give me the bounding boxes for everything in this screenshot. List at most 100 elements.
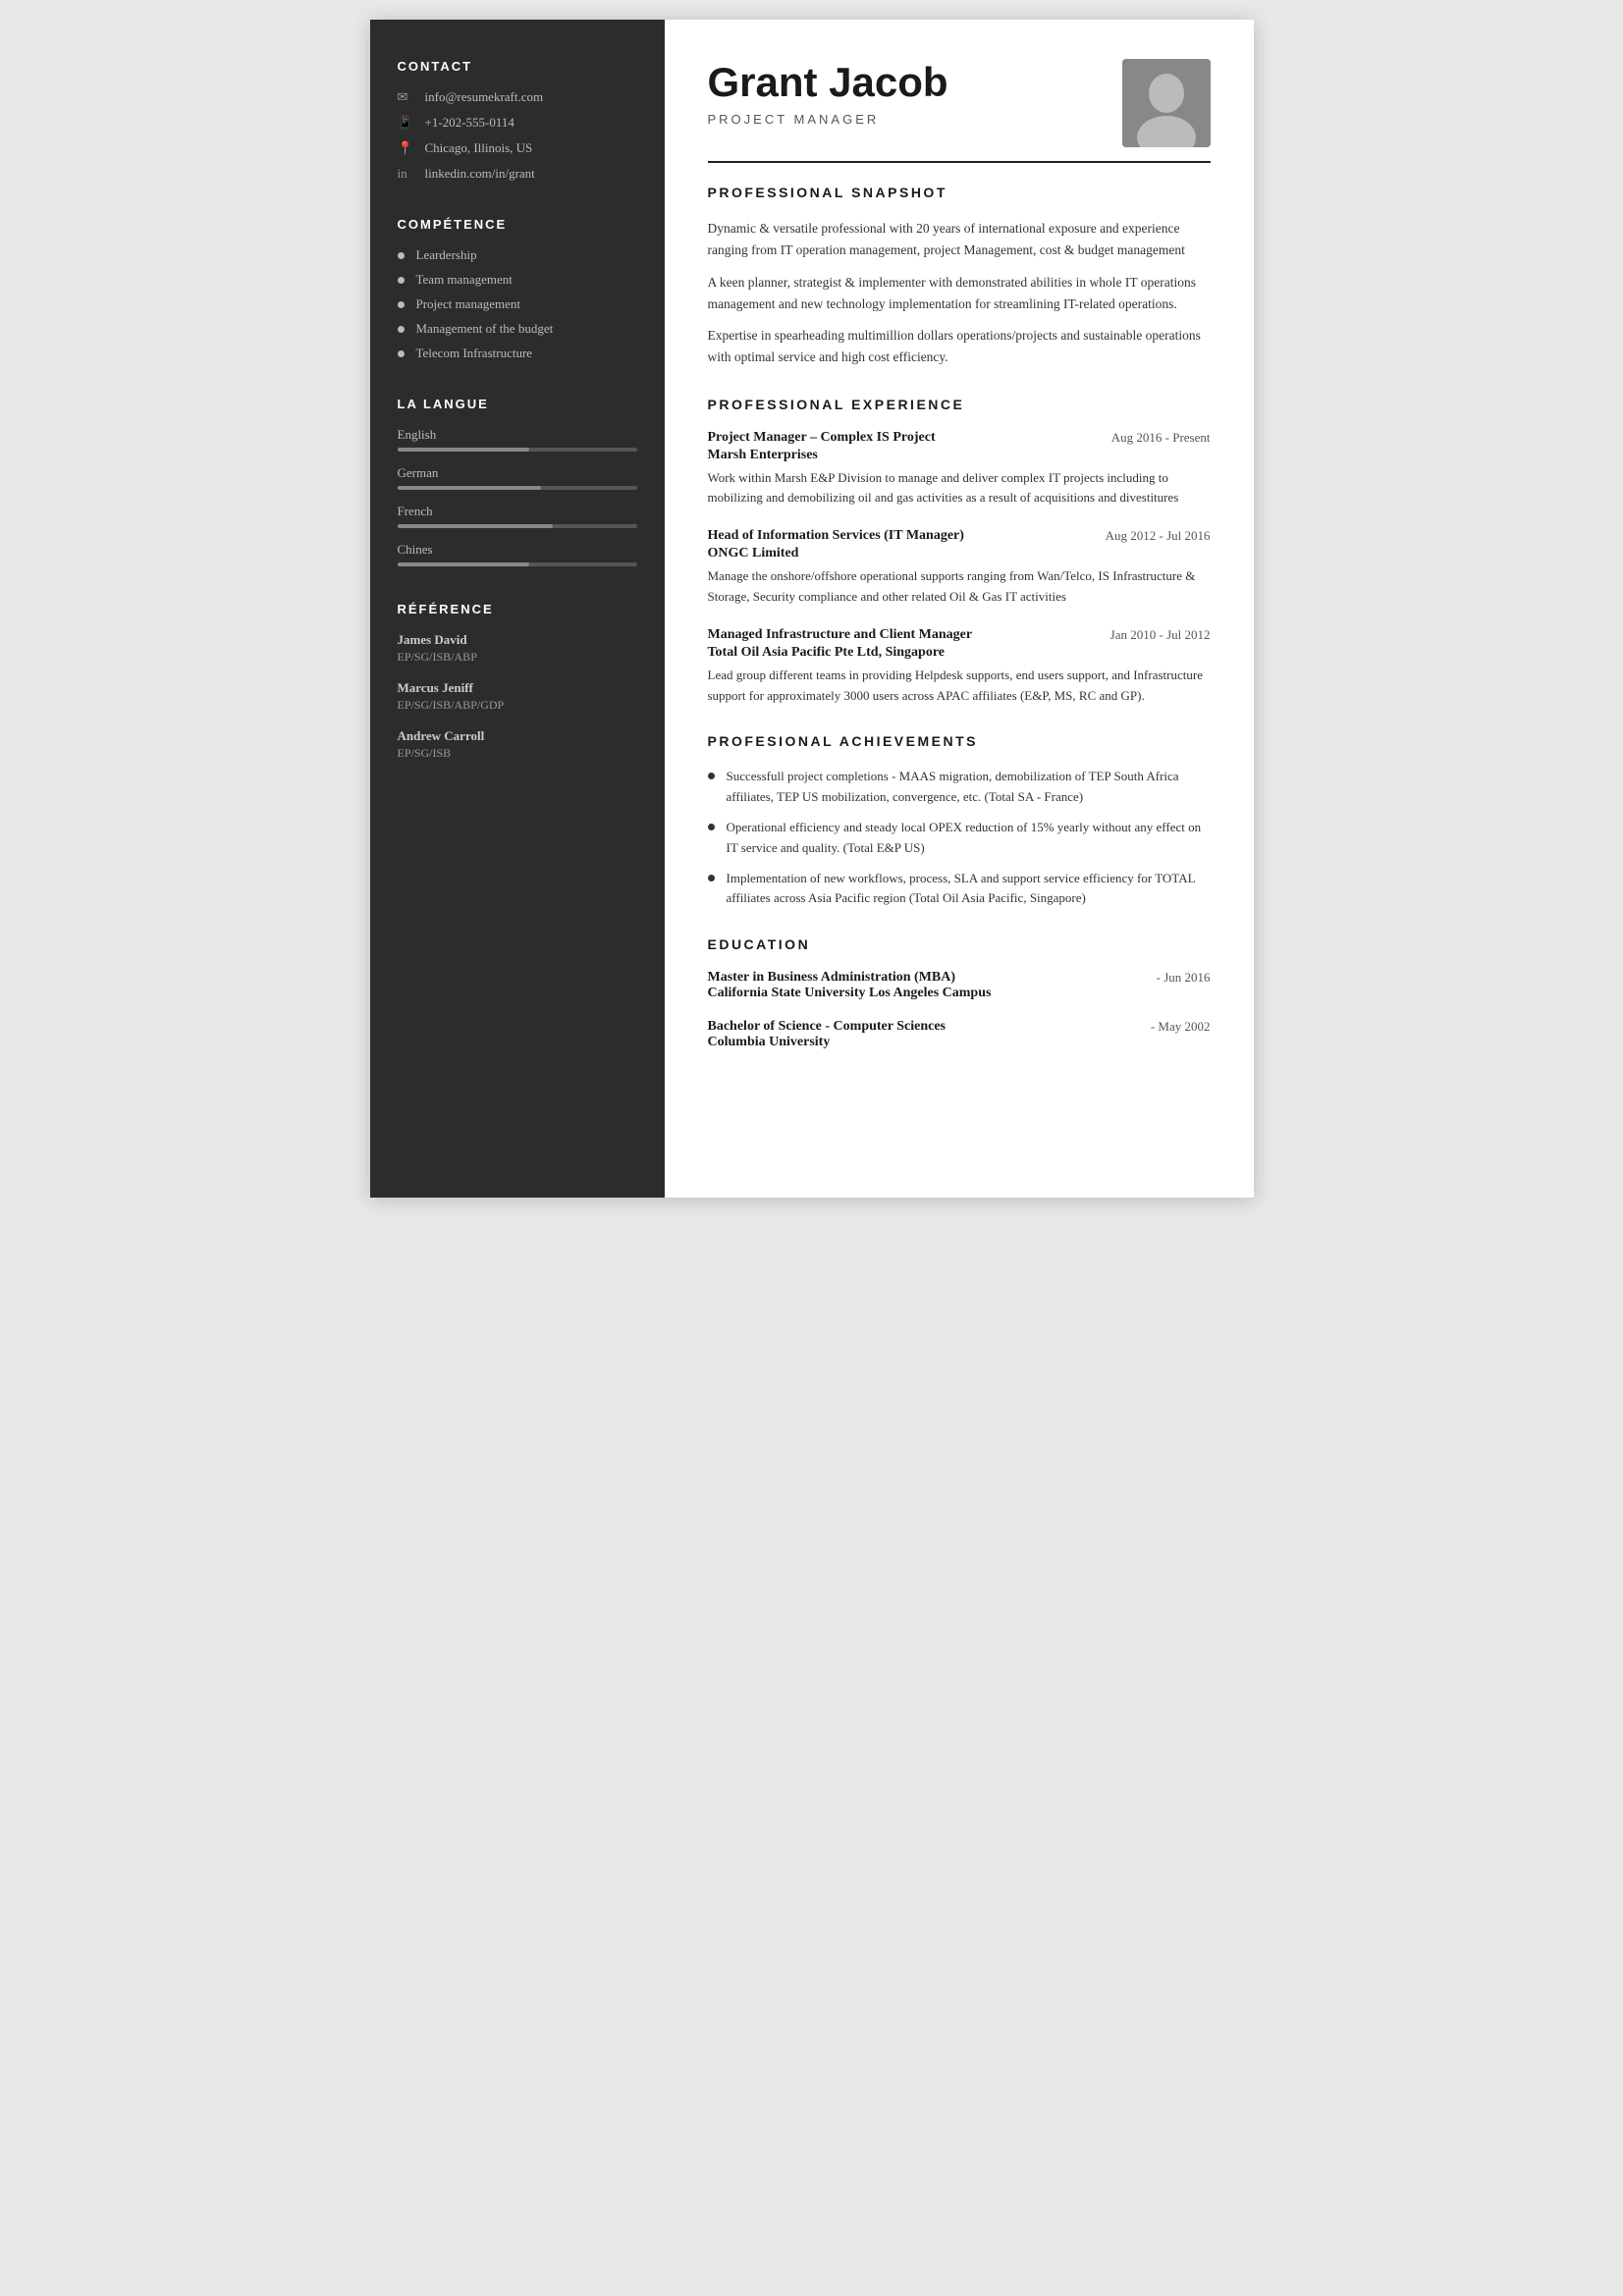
skill-label: Management of the budget <box>416 321 554 337</box>
education-degree: Bachelor of Science - Computer Sciences <box>708 1019 947 1035</box>
language-item: Chines <box>398 542 637 566</box>
contact-section: CONTACT ✉ info@resumekraft.com 📱 +1-202-… <box>398 59 637 182</box>
achievements-list: Successfull project completions - MAAS m… <box>708 767 1211 909</box>
achievement-item: Successfull project completions - MAAS m… <box>708 767 1211 808</box>
education-list: Master in Business Administration (MBA) … <box>708 970 1211 1050</box>
photo-placeholder <box>1122 59 1211 147</box>
language-item: English <box>398 427 637 452</box>
references-list: James David EP/SG/ISB/ABP Marcus Jeniff … <box>398 632 637 761</box>
reference-title: RÉFÉRENCE <box>398 602 637 616</box>
experience-job-title: Head of Information Services (IT Manager… <box>708 528 964 544</box>
skill-item: Team management <box>398 272 637 288</box>
experience-job-title: Managed Infrastructure and Client Manage… <box>708 627 973 643</box>
linkedin-item: in linkedin.com/in/grant <box>398 166 637 182</box>
reference-name: Andrew Carroll <box>398 728 637 744</box>
candidate-name: Grant Jacob <box>708 59 948 106</box>
experience-description: Manage the onshore/offshore operational … <box>708 566 1211 608</box>
language-name: English <box>398 427 637 443</box>
language-name: German <box>398 465 637 481</box>
language-section: LA LANGUE English German French Chines <box>398 397 637 566</box>
language-item: German <box>398 465 637 490</box>
reference-name: James David <box>398 632 637 648</box>
skill-item: Telecom Infrastructure <box>398 346 637 361</box>
skills-list: Leardership Team management Project manage… <box>398 247 637 361</box>
education-section: EDUCATION Master in Business Administrat… <box>708 936 1211 1050</box>
experience-company: Marsh Enterprises <box>708 448 1211 463</box>
achievement-item: Operational efficiency and steady local … <box>708 818 1211 859</box>
email-icon: ✉ <box>398 89 415 105</box>
experience-header: Head of Information Services (IT Manager… <box>708 528 1211 544</box>
skill-label: Project management <box>416 296 521 312</box>
achievements-title: PROFESIONAL ACHIEVEMENTS <box>708 733 1211 753</box>
education-degree: Master in Business Administration (MBA) <box>708 970 992 986</box>
experience-item: Managed Infrastructure and Client Manage… <box>708 627 1211 707</box>
education-date: - May 2002 <box>1151 1019 1211 1050</box>
education-item: Master in Business Administration (MBA) … <box>708 970 1211 1001</box>
skill-bullet <box>398 326 405 333</box>
skill-item: Project management <box>398 296 637 312</box>
location-value: Chicago, Illinois, US <box>425 140 533 156</box>
reference-code: EP/SG/ISB/ABP <box>398 650 637 665</box>
skill-bullet <box>398 252 405 259</box>
education-date: - Jun 2016 <box>1157 970 1211 1001</box>
language-title: LA LANGUE <box>398 397 637 411</box>
education-left: Master in Business Administration (MBA) … <box>708 970 992 1001</box>
reference-code: EP/SG/ISB <box>398 746 637 761</box>
language-bar-fill <box>398 448 529 452</box>
snapshot-section: PROFESSIONAL SNAPSHOT Dynamic & versatil… <box>708 185 1211 369</box>
reference-item: James David EP/SG/ISB/ABP <box>398 632 637 665</box>
experience-company: ONGC Limited <box>708 546 1211 561</box>
contact-title: CONTACT <box>398 59 637 74</box>
skill-label: Leardership <box>416 247 477 263</box>
experience-date: Aug 2012 - Jul 2016 <box>1106 528 1211 544</box>
email-value: info@resumekraft.com <box>425 89 544 105</box>
candidate-title: PROJECT MANAGER <box>708 112 948 127</box>
education-school: California State University Los Angeles … <box>708 986 992 1001</box>
achievement-bullet <box>708 824 715 830</box>
main-content: Grant Jacob PROJECT MANAGER PROFESSIONAL… <box>665 20 1254 1198</box>
snapshot-paragraphs: Dynamic & versatile professional with 20… <box>708 218 1211 369</box>
snapshot-title: PROFESSIONAL SNAPSHOT <box>708 185 1211 204</box>
experience-date: Jan 2010 - Jul 2012 <box>1110 627 1211 643</box>
reference-item: Andrew Carroll EP/SG/ISB <box>398 728 637 761</box>
achievement-bullet <box>708 875 715 881</box>
competence-section: COMPÉTENCE Leardership Team management Pro… <box>398 217 637 361</box>
experience-job-title: Project Manager – Complex IS Project <box>708 430 936 446</box>
experience-header: Project Manager – Complex IS Project Aug… <box>708 430 1211 446</box>
language-bar-background <box>398 448 637 452</box>
sidebar: CONTACT ✉ info@resumekraft.com 📱 +1-202-… <box>370 20 665 1198</box>
achievement-text: Implementation of new workflows, process… <box>727 869 1211 910</box>
language-name: Chines <box>398 542 637 558</box>
linkedin-value: linkedin.com/in/grant <box>425 166 535 182</box>
experience-description: Work within Marsh E&P Division to manage… <box>708 468 1211 509</box>
language-bar-background <box>398 486 637 490</box>
name-title-block: Grant Jacob PROJECT MANAGER <box>708 59 948 127</box>
competence-title: COMPÉTENCE <box>398 217 637 232</box>
experience-description: Lead group different teams in providing … <box>708 666 1211 707</box>
phone-icon: 📱 <box>398 115 415 131</box>
linkedin-icon: in <box>398 166 415 182</box>
education-item: Bachelor of Science - Computer Sciences … <box>708 1019 1211 1050</box>
education-school: Columbia University <box>708 1035 947 1050</box>
experience-company: Total Oil Asia Pacific Pte Ltd, Singapor… <box>708 645 1211 661</box>
location-icon: 📍 <box>398 140 415 156</box>
phone-value: +1-202-555-0114 <box>425 115 514 131</box>
reference-name: Marcus Jeniff <box>398 680 637 696</box>
snapshot-paragraph: Dynamic & versatile professional with 20… <box>708 218 1211 262</box>
skill-bullet <box>398 301 405 308</box>
snapshot-paragraph: A keen planner, strategist & implementer… <box>708 272 1211 316</box>
languages-list: English German French Chines <box>398 427 637 566</box>
language-bar-background <box>398 524 637 528</box>
header-divider <box>708 161 1211 163</box>
language-bar-fill <box>398 524 554 528</box>
language-bar-fill <box>398 562 529 566</box>
experience-title: PROFESSIONAL EXPERIENCE <box>708 397 1211 416</box>
skill-bullet <box>398 350 405 357</box>
experience-list: Project Manager – Complex IS Project Aug… <box>708 430 1211 707</box>
main-header: Grant Jacob PROJECT MANAGER <box>708 59 1211 147</box>
language-item: French <box>398 504 637 528</box>
achievement-text: Successfull project completions - MAAS m… <box>727 767 1211 808</box>
achievement-text: Operational efficiency and steady local … <box>727 818 1211 859</box>
experience-item: Head of Information Services (IT Manager… <box>708 528 1211 608</box>
reference-code: EP/SG/ISB/ABP/GDP <box>398 698 637 713</box>
